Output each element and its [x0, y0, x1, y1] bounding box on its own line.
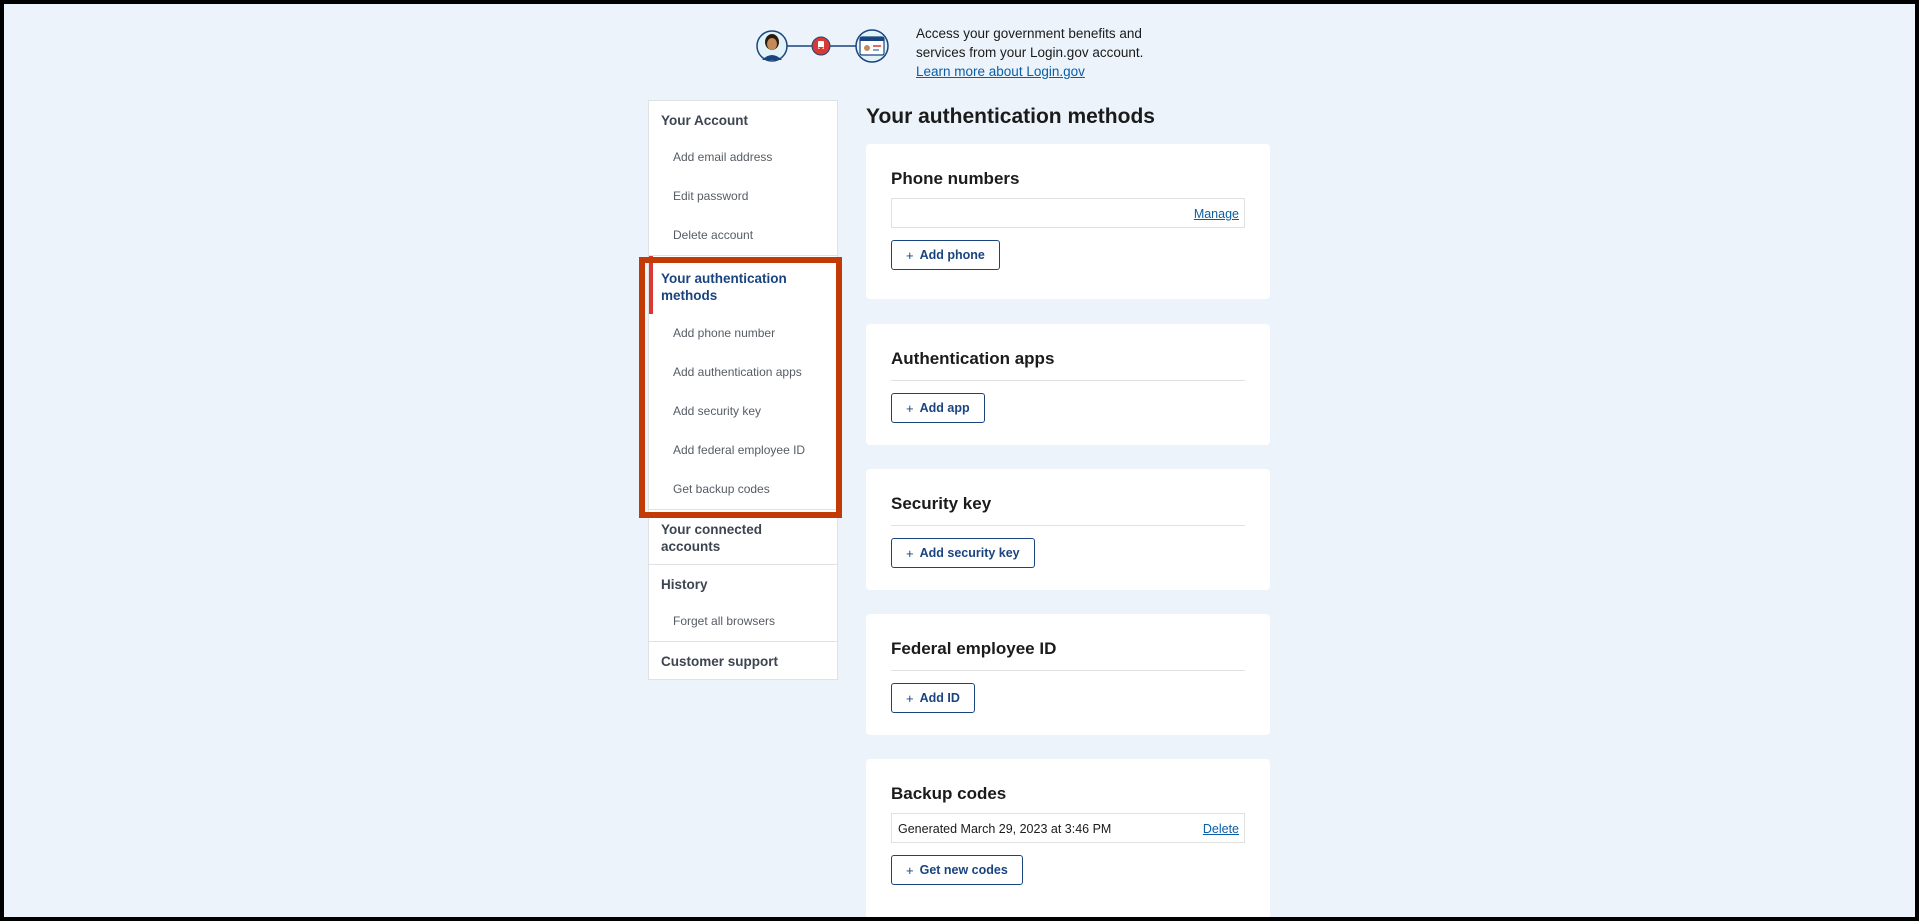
- banner-text: Access your government benefits and serv…: [916, 24, 1143, 81]
- plus-icon: +: [906, 862, 914, 878]
- sidebar-item-add-federal-id[interactable]: Add federal employee ID: [649, 431, 837, 470]
- security-key-heading: Security key: [891, 494, 992, 513]
- add-app-label: Add app: [919, 401, 970, 415]
- nav-group-your-account: Your Account Add email address Edit pass…: [649, 101, 837, 255]
- divider: [891, 670, 1245, 671]
- sidebar-item-add-email[interactable]: Add email address: [649, 138, 837, 177]
- plus-icon: +: [906, 400, 914, 416]
- sidebar-item-get-backup-codes[interactable]: Get backup codes: [649, 470, 837, 509]
- sidebar-nav: Your Account Add email address Edit pass…: [648, 100, 838, 680]
- backup-codes-row: Generated March 29, 2023 at 3:46 PM Dele…: [891, 813, 1245, 843]
- nav-group-connected-accounts: Your connected accounts: [649, 509, 837, 564]
- authentication-apps-heading: Authentication apps: [891, 349, 1055, 368]
- sidebar-item-add-phone[interactable]: Add phone number: [649, 314, 837, 353]
- backup-codes-generated-text: Generated March 29, 2023 at 3:46 PM: [898, 822, 1112, 836]
- delete-backup-codes-link[interactable]: Delete: [1203, 814, 1239, 844]
- add-security-key-label: Add security key: [919, 546, 1020, 560]
- divider: [891, 380, 1245, 381]
- add-app-button[interactable]: + Add app: [891, 393, 985, 423]
- sidebar-item-add-security-key[interactable]: Add security key: [649, 392, 837, 431]
- get-new-codes-button[interactable]: + Get new codes: [891, 855, 1023, 885]
- sidebar-item-your-account[interactable]: Your Account: [649, 101, 837, 138]
- nav-group-customer-support: Customer support: [649, 641, 837, 679]
- phone-numbers-heading: Phone numbers: [891, 169, 1020, 188]
- federal-employee-id-heading: Federal employee ID: [891, 639, 1057, 658]
- sidebar-item-edit-password[interactable]: Edit password: [649, 177, 837, 216]
- phone-number-row: Manage: [891, 198, 1245, 228]
- add-id-label: Add ID: [919, 691, 960, 705]
- login-gov-banner: Access your government benefits and serv…: [756, 22, 1186, 82]
- nav-group-authentication-methods: Your authentication methods Add phone nu…: [649, 255, 837, 509]
- main-content: Your authentication methods Phone number…: [862, 100, 1270, 917]
- learn-more-link[interactable]: Learn more about Login.gov: [916, 62, 1143, 81]
- security-key-card: Security key + Add security key: [866, 469, 1270, 590]
- sidebar-item-forget-browsers[interactable]: Forget all browsers: [649, 602, 837, 641]
- add-id-button[interactable]: + Add ID: [891, 683, 975, 713]
- sidebar-item-history[interactable]: History: [649, 565, 837, 602]
- divider: [891, 525, 1245, 526]
- federal-employee-id-card: Federal employee ID + Add ID: [866, 614, 1270, 735]
- authentication-apps-card: Authentication apps + Add app: [866, 324, 1270, 445]
- plus-icon: +: [906, 690, 914, 706]
- plus-icon: +: [906, 247, 914, 263]
- manage-phone-link[interactable]: Manage: [1194, 199, 1239, 229]
- sidebar-item-authentication-methods[interactable]: Your authentication methods: [649, 256, 837, 314]
- get-new-codes-label: Get new codes: [919, 863, 1008, 877]
- banner-line-2: services from your Login.gov account.: [916, 45, 1144, 60]
- page: Access your government benefits and serv…: [4, 4, 1915, 917]
- banner-line-1: Access your government benefits and: [916, 26, 1142, 41]
- sidebar-item-delete-account[interactable]: Delete account: [649, 216, 837, 255]
- backup-codes-card: Backup codes Generated March 29, 2023 at…: [866, 759, 1270, 917]
- nav-group-history: History Forget all browsers: [649, 564, 837, 641]
- add-security-key-button[interactable]: + Add security key: [891, 538, 1035, 568]
- backup-codes-heading: Backup codes: [891, 784, 1007, 803]
- phone-numbers-card: Phone numbers Manage + Add phone: [866, 144, 1270, 299]
- sidebar-item-add-auth-apps[interactable]: Add authentication apps: [649, 353, 837, 392]
- sidebar-item-connected-accounts[interactable]: Your connected accounts: [649, 510, 837, 564]
- page-title: Your authentication methods: [866, 105, 1155, 128]
- add-phone-label: Add phone: [919, 248, 985, 262]
- plus-icon: +: [906, 545, 914, 561]
- banner-illustration-icon: [756, 29, 889, 63]
- sidebar-item-customer-support[interactable]: Customer support: [649, 642, 837, 679]
- add-phone-button[interactable]: + Add phone: [891, 240, 1000, 270]
